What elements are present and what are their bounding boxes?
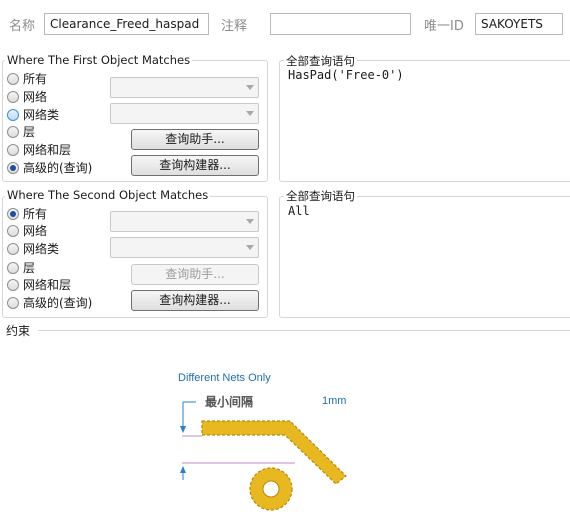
- clearance-diagram: [180, 401, 347, 511]
- first-option-net[interactable]: 网络: [7, 88, 47, 105]
- second-option-advanced[interactable]: 高级的(查询): [7, 294, 92, 311]
- second-option-all[interactable]: 所有: [7, 205, 47, 222]
- comment-label: 注释: [221, 19, 248, 34]
- first-full-query-text[interactable]: HasPad('Free-0'): [288, 68, 404, 82]
- pad-hole: [262, 480, 280, 498]
- first-net-class-select[interactable]: [110, 103, 259, 124]
- option-label: 所有: [23, 72, 48, 86]
- radio-icon[interactable]: [7, 224, 19, 237]
- second-full-query-text[interactable]: All: [288, 204, 310, 218]
- chevron-down-icon: [246, 245, 254, 250]
- second-option-net-and-layer[interactable]: 网络和层: [7, 276, 71, 293]
- comment-input[interactable]: [270, 13, 411, 35]
- chevron-down-icon: [246, 111, 254, 116]
- first-option-advanced[interactable]: 高级的(查询): [7, 159, 92, 176]
- second-query-helper-button[interactable]: 查询助手...: [131, 264, 259, 285]
- radio-icon[interactable]: [7, 161, 19, 174]
- min-clearance-label: 最小间隔: [205, 395, 254, 409]
- first-query-builder-button[interactable]: 查询构建器...: [131, 155, 259, 176]
- constraints-divider: [38, 330, 570, 331]
- arrow-down-icon: [180, 426, 186, 433]
- option-label: 层: [23, 261, 36, 275]
- second-query-builder-button[interactable]: 查询构建器...: [131, 290, 259, 311]
- name-input[interactable]: Clearance_Freed_haspad: [44, 13, 209, 35]
- second-net-class-select[interactable]: [110, 237, 259, 258]
- option-label: 所有: [23, 207, 48, 221]
- unique-id-label: 唯一ID: [424, 19, 464, 34]
- option-label: 高级的(查询): [23, 296, 93, 310]
- radio-icon[interactable]: [7, 143, 19, 156]
- unique-id-input[interactable]: SAKOYETS: [475, 13, 563, 35]
- option-label: 网络类: [23, 242, 60, 256]
- min-clearance-value[interactable]: 1mm: [322, 395, 346, 407]
- first-option-net-and-layer[interactable]: 网络和层: [7, 141, 71, 158]
- first-option-layer[interactable]: 层: [7, 123, 35, 140]
- option-label: 层: [23, 125, 36, 139]
- radio-icon[interactable]: [7, 72, 19, 85]
- radio-icon[interactable]: [7, 242, 19, 255]
- option-label: 网络: [23, 90, 48, 104]
- first-option-all[interactable]: 所有: [7, 70, 47, 87]
- second-full-query-panel: [279, 196, 570, 318]
- radio-icon[interactable]: [7, 278, 19, 291]
- option-label: 网络和层: [23, 278, 72, 292]
- first-query-helper-button[interactable]: 查询助手...: [131, 129, 259, 150]
- option-label: 网络类: [23, 108, 60, 122]
- option-label: 网络和层: [23, 143, 72, 157]
- second-option-net-class[interactable]: 网络类: [7, 240, 59, 257]
- chevron-down-icon: [246, 85, 254, 90]
- radio-icon[interactable]: [7, 207, 19, 220]
- radio-icon[interactable]: [7, 125, 19, 138]
- option-label: 网络: [23, 224, 48, 238]
- chevron-down-icon: [246, 219, 254, 224]
- second-full-query-title: 全部查询语句: [284, 188, 357, 204]
- constraints-title: 约束: [6, 324, 31, 338]
- first-option-net-class[interactable]: 网络类: [7, 106, 59, 123]
- arrow-up-icon: [180, 466, 186, 473]
- first-full-query-title: 全部查询语句: [284, 53, 357, 69]
- scope-label[interactable]: Different Nets Only: [178, 372, 271, 384]
- radio-icon[interactable]: [7, 108, 19, 121]
- name-label: 名称: [9, 19, 36, 34]
- option-label: 高级的(查询): [23, 161, 93, 175]
- first-net-select[interactable]: [110, 77, 259, 98]
- second-net-select[interactable]: [110, 211, 259, 232]
- second-option-layer[interactable]: 层: [7, 259, 35, 276]
- radio-icon[interactable]: [7, 261, 19, 274]
- second-option-net[interactable]: 网络: [7, 222, 47, 239]
- radio-icon[interactable]: [7, 90, 19, 103]
- first-object-title: Where The First Object Matches: [5, 53, 193, 67]
- second-object-title: Where The Second Object Matches: [5, 188, 211, 202]
- radio-icon[interactable]: [7, 296, 19, 309]
